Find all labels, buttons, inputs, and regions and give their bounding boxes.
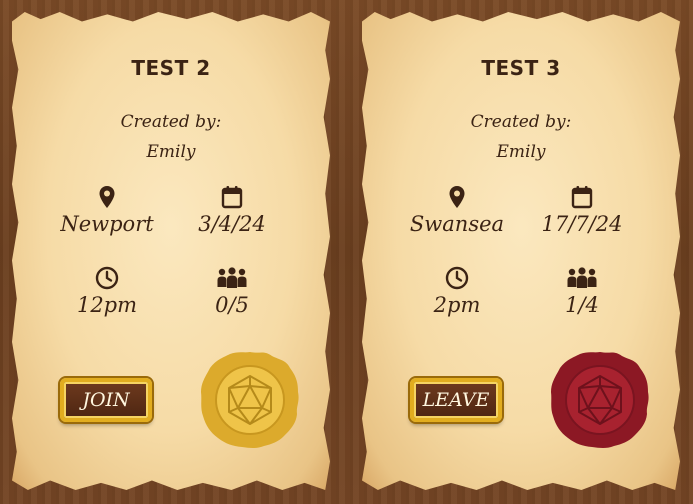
location-info: Newport — [47, 184, 167, 236]
time-value: 12pm — [76, 293, 138, 317]
game-title: TEST 3 — [481, 56, 561, 80]
join-button[interactable]: JOIN — [60, 378, 152, 422]
time-value: 2pm — [433, 293, 481, 317]
creator-name: Emily — [496, 142, 546, 162]
wax-seal-gold-icon — [201, 352, 299, 448]
leave-button[interactable]: LEAVE — [410, 378, 502, 422]
game-card: TEST 3 Created by: Emily Swansea 17/7/24… — [362, 12, 680, 490]
creator-name: Emily — [146, 142, 196, 162]
location-value: Swansea — [409, 212, 505, 236]
calendar-icon — [522, 184, 642, 210]
time-info: 12pm — [47, 265, 167, 317]
players-info: 1/4 — [522, 265, 642, 317]
time-info: 2pm — [397, 265, 517, 317]
date-value: 3/4/24 — [198, 212, 266, 236]
wax-seal-red-icon — [551, 352, 649, 448]
location-value: Newport — [60, 212, 154, 236]
players-icon — [522, 265, 642, 291]
location-info: Swansea — [397, 184, 517, 236]
players-icon — [172, 265, 292, 291]
clock-icon — [397, 265, 517, 291]
game-title: TEST 2 — [131, 56, 211, 80]
location-pin-icon — [47, 184, 167, 210]
players-info: 0/5 — [172, 265, 292, 317]
date-info: 3/4/24 — [172, 184, 292, 236]
calendar-icon — [172, 184, 292, 210]
clock-icon — [47, 265, 167, 291]
created-by-label: Created by: — [120, 112, 222, 132]
date-info: 17/7/24 — [522, 184, 642, 236]
date-value: 17/7/24 — [541, 212, 623, 236]
players-value: 1/4 — [565, 293, 599, 317]
game-card: TEST 2 Created by: Emily Newport 3/4/24 … — [12, 12, 330, 490]
players-value: 0/5 — [215, 293, 249, 317]
created-by-label: Created by: — [470, 112, 572, 132]
location-pin-icon — [397, 184, 517, 210]
